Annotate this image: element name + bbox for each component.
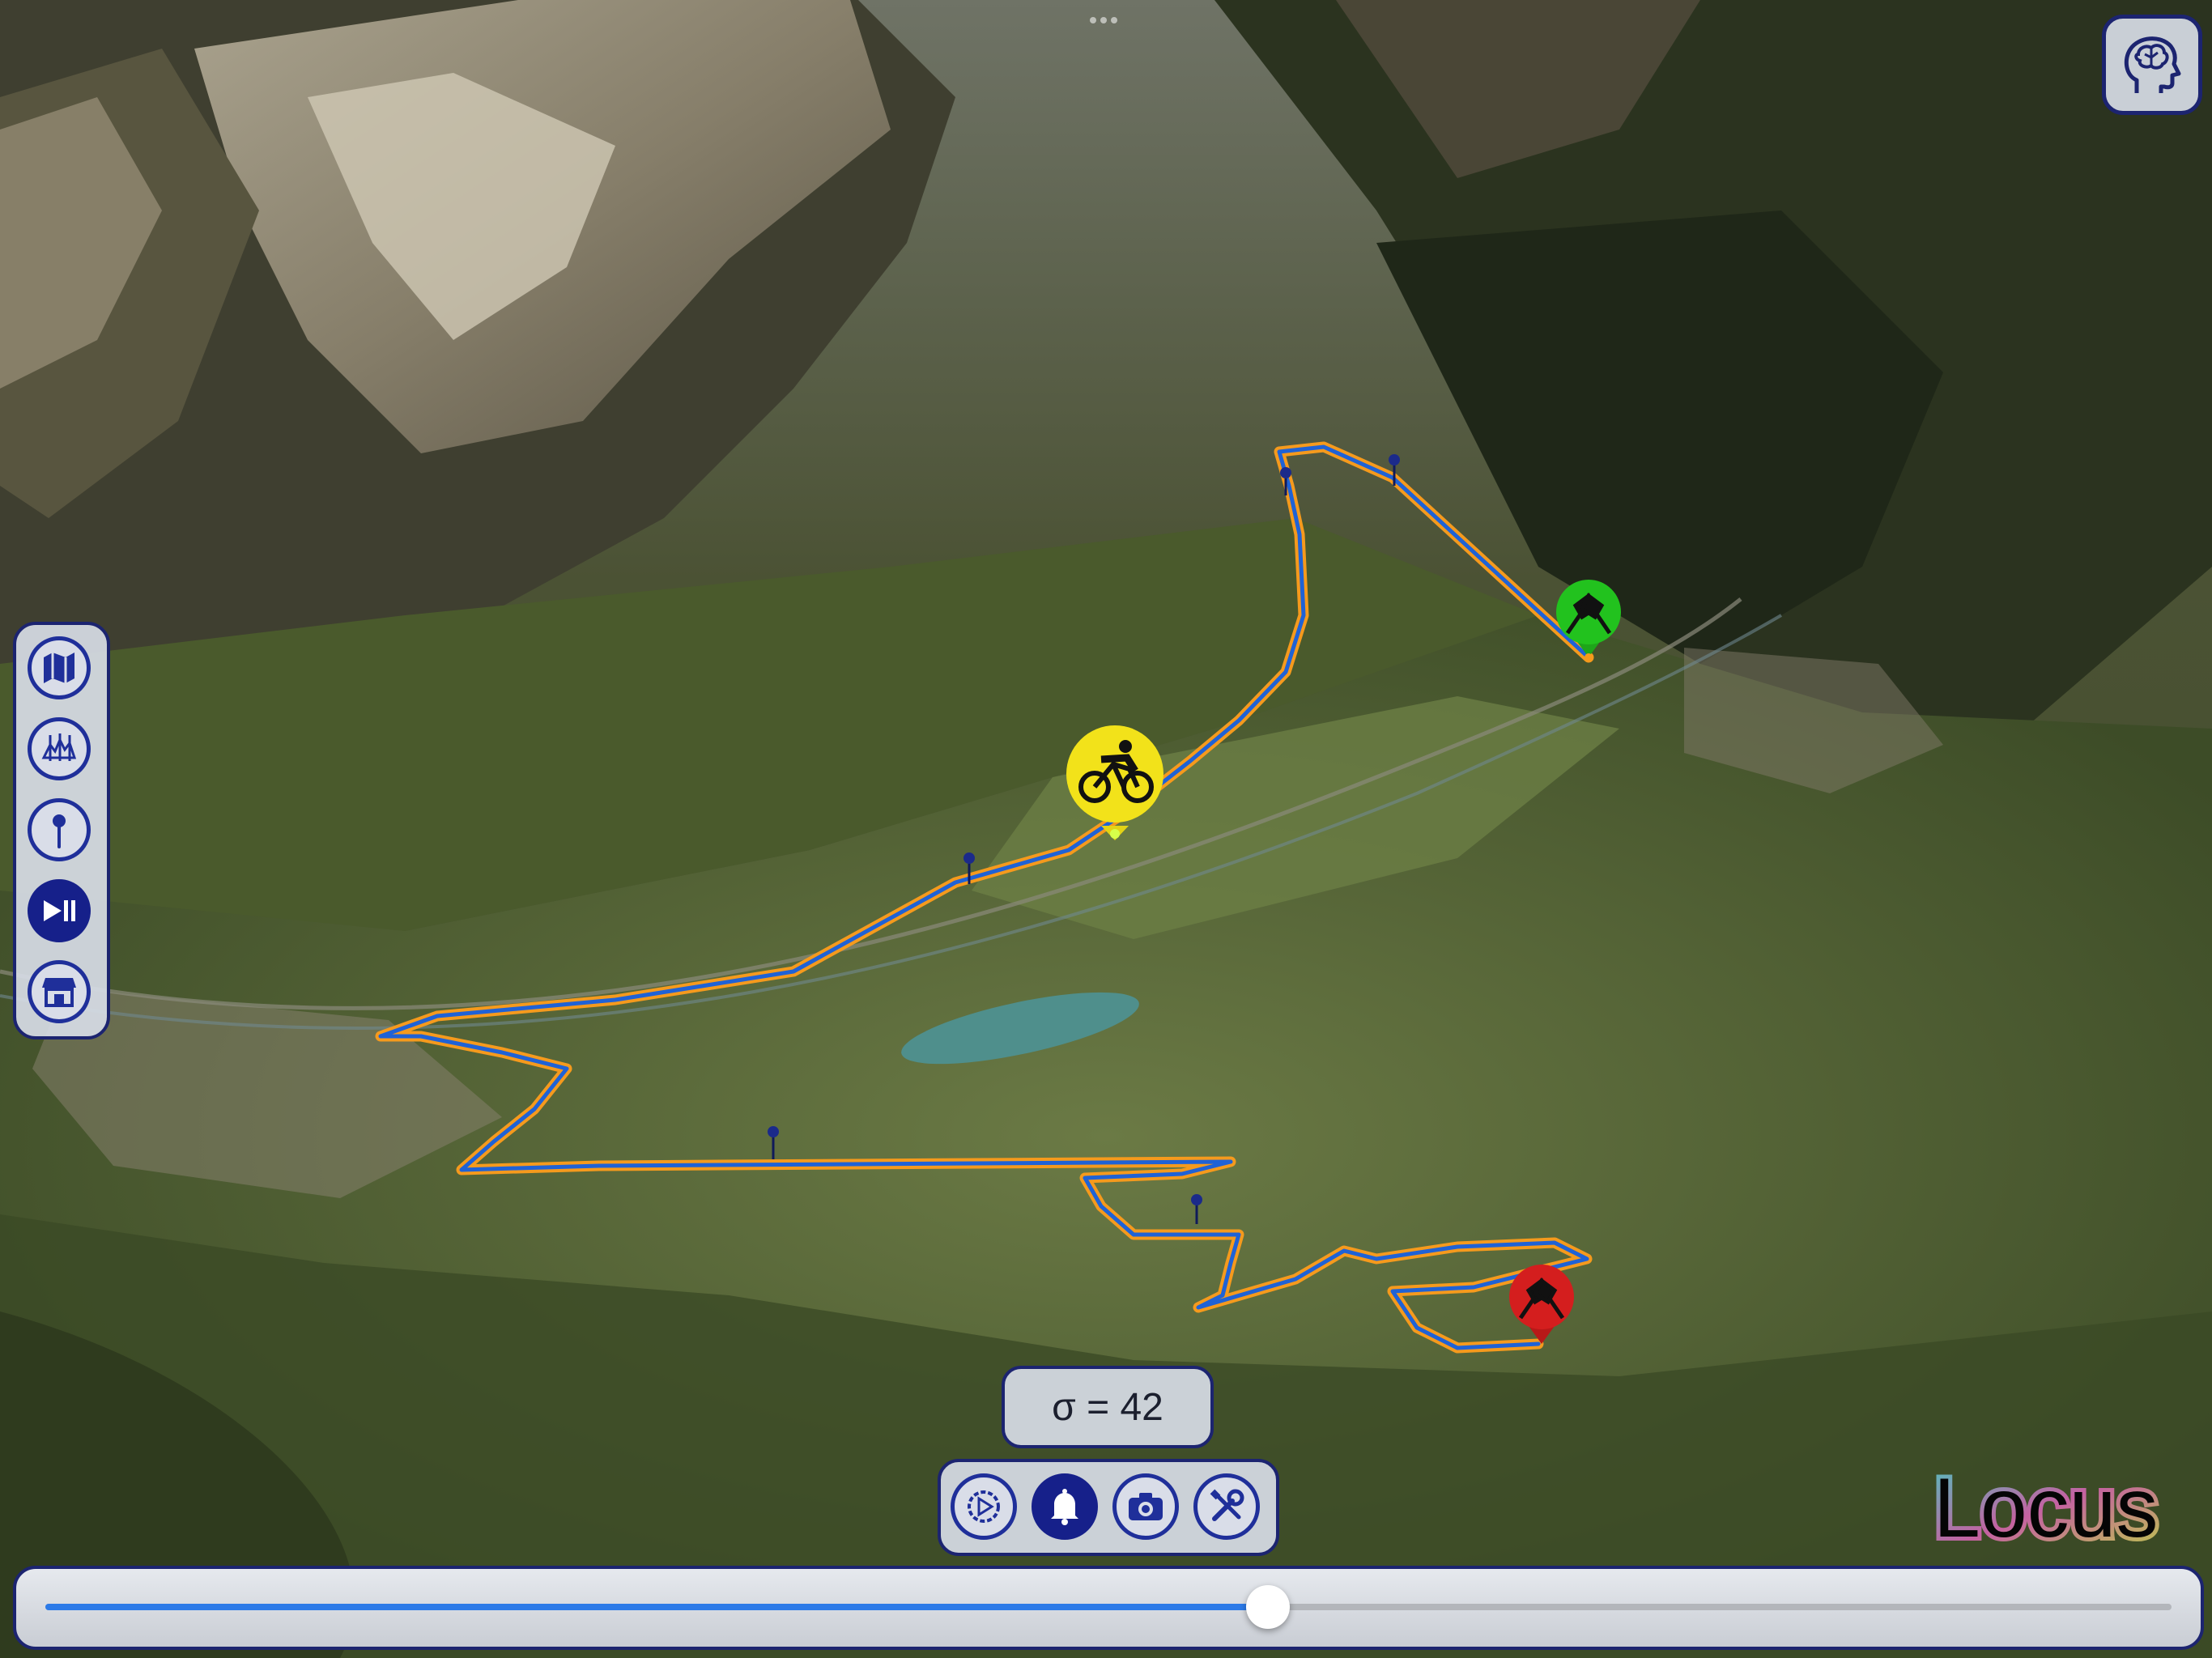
playback-slider[interactable]: [13, 1566, 2204, 1650]
elevation-profile-icon: [41, 733, 77, 761]
tools-icon: [1210, 1489, 1244, 1521]
brain-button[interactable]: [2102, 15, 2202, 115]
sigma-readout: σ = 42: [1002, 1366, 1214, 1448]
slider-track[interactable]: [45, 1585, 2172, 1629]
tools-button[interactable]: [1193, 1473, 1260, 1540]
pin-button[interactable]: [28, 798, 91, 861]
brain-head-icon: [2124, 36, 2181, 93]
settings-play-icon: [968, 1490, 1000, 1523]
svg-text:Locus: Locus: [1933, 1461, 2159, 1555]
slider-thumb[interactable]: [1245, 1585, 1290, 1629]
left-sidebar: [13, 622, 110, 1039]
camera-icon: [1129, 1493, 1163, 1520]
slider-progress: [45, 1604, 1268, 1610]
play-pause-icon: [44, 900, 75, 921]
bottom-toolbar: [938, 1459, 1279, 1556]
map-button[interactable]: [28, 636, 91, 699]
map-icon: [44, 653, 74, 683]
store-button[interactable]: [28, 960, 91, 1023]
sigma-text: σ = 42: [1052, 1385, 1163, 1429]
elevation-profile-button[interactable]: [28, 717, 91, 780]
play-pause-button[interactable]: [28, 879, 91, 942]
store-icon: [42, 978, 76, 1007]
bell-icon: [1051, 1489, 1078, 1525]
notifications-button[interactable]: [1032, 1473, 1098, 1540]
pin-icon: [53, 814, 66, 848]
page-indicator: [1090, 13, 1125, 23]
locus-logo: Locus Locus: [1929, 1457, 2163, 1559]
playback-settings-button[interactable]: [951, 1473, 1017, 1540]
camera-button[interactable]: [1112, 1473, 1179, 1540]
